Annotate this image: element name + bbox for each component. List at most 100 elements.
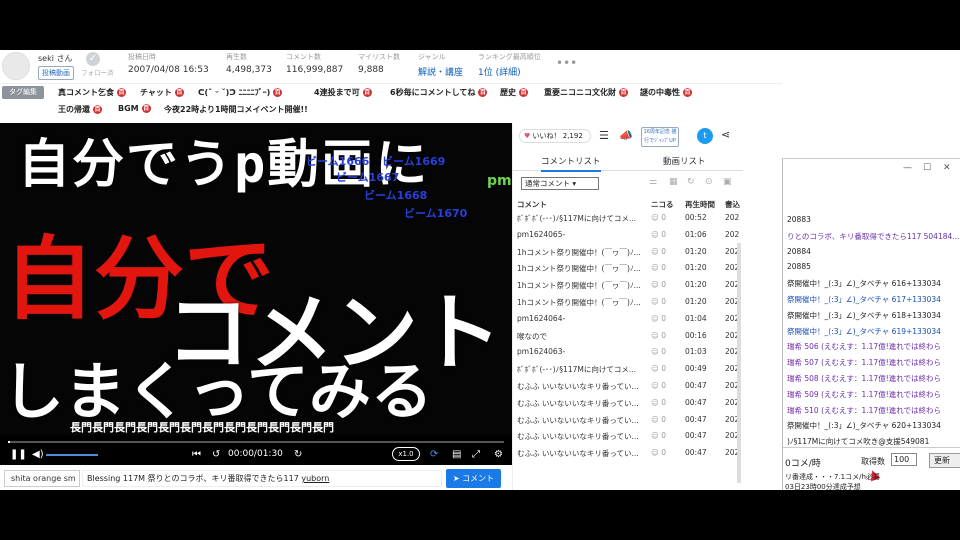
nicoru-count[interactable]: ☺ 0 (651, 415, 666, 424)
viewer-log-row[interactable]: 20885 (787, 262, 811, 271)
close-icon[interactable]: ✕ (943, 163, 951, 173)
gift-icon[interactable]: 📣 (619, 129, 633, 142)
tag-item[interactable]: ᕦ(ˇ ᵕ ˇ)ᕤ ﾆﾆﾆﾆﾌﾞｰ) 百 (198, 87, 283, 98)
viewer-log-row[interactable]: 20883 (787, 215, 811, 224)
comment-row[interactable]: 1hコメント祭り開催中！(￣ヮ￣)ﾉ... ☺ 0 01:20 202 (513, 247, 743, 264)
dic-icon[interactable]: 百 (362, 88, 372, 97)
tag-item[interactable]: 6秒毎にコメントしてね百 (390, 87, 488, 98)
dic-icon[interactable]: 百 (619, 88, 628, 97)
nicoru-count[interactable]: ☺ 0 (651, 431, 666, 440)
tag-edit-button[interactable]: タグ編集 (2, 86, 44, 99)
comment-type-select[interactable]: 通常コメント ▾ (521, 177, 599, 190)
tag-item[interactable]: 真コメント乞食百 (58, 87, 126, 98)
dic-icon[interactable]: 百 (683, 88, 692, 97)
like-button[interactable]: ♥ いいね！ 2,192 (519, 129, 591, 143)
comment-bubble-icon[interactable]: ▣ (723, 177, 732, 187)
viewer-log-row[interactable]: りとのコラボ、キリ番取得できたら117 504184... (787, 231, 959, 242)
uploader-avatar[interactable] (2, 52, 30, 80)
refresh-icon[interactable]: ↻ (687, 177, 695, 187)
nicoru-count[interactable]: ☺ 0 (651, 381, 666, 390)
prev-icon[interactable]: ⏮ (192, 449, 201, 461)
share-icon[interactable]: ⋖ (721, 128, 730, 141)
viewer-log-row[interactable]: 瑞希 509 (えむえす：1.17億!進れでは終わら (787, 389, 941, 400)
settings-gear-icon[interactable]: ⚙ (494, 449, 503, 461)
volume-icon[interactable]: ◀) (32, 449, 44, 461)
nicoru-count[interactable]: ☺ 0 (651, 448, 666, 457)
comment-list-scrollbar[interactable] (737, 243, 741, 483)
comment-row[interactable]: pm1624063- ☺ 0 01:03 202 (513, 347, 743, 364)
comment-row[interactable]: 1hコメント祭り開催中！(￣ヮ￣)ﾉ... ☺ 0 01:20 202 (513, 280, 743, 297)
fullscreen-icon[interactable]: ⤢ (472, 449, 480, 461)
nicoru-count[interactable]: ☺ 0 (651, 297, 666, 306)
tab-video-list[interactable]: 動画リスト (663, 155, 706, 167)
tag-item[interactable]: 歴史百 (500, 87, 528, 98)
comment-input[interactable]: Blessing 117M 祭りとのコラボ、キリ番取得できたら117 yubor… (82, 470, 442, 487)
comment-row[interactable]: 1hコメント祭り開催中！(￣ヮ￣)ﾉ... ☺ 0 01:20 202 (513, 263, 743, 280)
nicoru-count[interactable]: ☺ 0 (651, 331, 666, 340)
viewer-log-row[interactable]: 20884 (787, 247, 811, 256)
nicoru-count[interactable]: ☺ 0 (651, 280, 666, 289)
dic-icon[interactable]: 百 (478, 88, 488, 97)
nicoru-count[interactable]: ☺ 0 (651, 347, 666, 356)
nicoru-count[interactable]: ☺ 0 (651, 213, 666, 222)
comment-row[interactable]: むふふ いいないいなキリ番ってい... ☺ 0 00:47 202 (513, 415, 743, 432)
minimize-icon[interactable]: — (903, 163, 912, 173)
follow-check-icon[interactable]: ✓ (86, 52, 100, 66)
comment-row[interactable]: ﾎﾞﾎﾞﾎﾞ(-･･)ﾉ§117Mに向けてコメ... ☺ 0 00:49 202 (513, 364, 743, 381)
comment-row[interactable]: むふふ いいないいなキリ番ってい... ☺ 0 00:47 202 (513, 448, 743, 465)
tag-item[interactable]: 今夜22時より1時間コメイベント開催!! (164, 104, 308, 115)
mylist-add-icon[interactable]: ☰ (599, 129, 609, 142)
stat-ranking[interactable]: ランキング最高順位 1位 (詳細) (478, 52, 541, 78)
dic-icon[interactable]: 百 (273, 88, 283, 97)
loop-icon[interactable]: ⟳ (430, 449, 438, 461)
dic-icon[interactable]: 百 (93, 105, 102, 114)
fetch-count-input[interactable]: 100 (891, 453, 917, 466)
scroll-icon[interactable]: ⊙ (705, 177, 713, 187)
viewer-log-row[interactable]: 瑞希 510 (えむえす：1.17億!進れでは終わら (787, 405, 941, 416)
nicoru-count[interactable]: ☺ 0 (651, 247, 666, 256)
rewind-icon[interactable]: ↺ (212, 449, 220, 461)
comment-row[interactable]: むふふ いいないいなキリ番ってい... ☺ 0 00:47 202 (513, 381, 743, 398)
tab-comment-list[interactable]: コメントリスト (541, 155, 601, 172)
viewer-log-row[interactable]: 瑞希 508 (えむえす：1.17億!進れでは終わら (787, 373, 941, 384)
nicoru-count[interactable]: ☺ 0 (651, 398, 666, 407)
comment-toggle-icon[interactable]: ▤ (452, 449, 461, 461)
twitter-icon[interactable]: t (697, 128, 713, 144)
viewer-log-row[interactable]: 祭開催中！_(:3」∠)_タベチャ 618+133034 (787, 310, 941, 321)
col-time[interactable]: 再生時間 (685, 199, 715, 210)
uploader-name[interactable]: seki さん (38, 53, 73, 64)
viewer-log-row[interactable]: 祭開催中！_(:3」∠)_タベチャ 617+133034 (787, 294, 941, 305)
comment-row[interactable]: むふふ いいないいなキリ番ってい... ☺ 0 00:47 202 (513, 398, 743, 415)
tag-item[interactable]: 4連投まで可百 (314, 87, 372, 98)
nicoru-count[interactable]: ☺ 0 (651, 230, 666, 239)
comment-row[interactable]: 喉なので ☺ 0 00:16 202 (513, 331, 743, 348)
update-button[interactable]: 更新 (929, 453, 960, 468)
playback-rate-button[interactable]: x1.0 (392, 447, 420, 461)
col-nicoru[interactable]: ニコる (651, 199, 674, 210)
video-player[interactable]: 自分でうp動画に 自分で コメント しまくってみる ビーム1666 ビーム166… (0, 123, 512, 465)
forward-icon[interactable]: ↻ (294, 449, 302, 461)
tag-item[interactable]: 謎の中毒性百 (640, 87, 692, 98)
comment-row[interactable]: pm1624065- ☺ 0 01:06 202 (513, 230, 743, 247)
maximize-icon[interactable]: ☐ (923, 163, 931, 173)
col-comment[interactable]: コメント (517, 199, 547, 210)
volume-slider[interactable] (46, 454, 98, 456)
dic-icon[interactable]: 百 (174, 88, 184, 97)
viewer-log-row[interactable]: 瑞希 506 (えむえす：1.17億!進れでは終わら (787, 341, 941, 352)
tag-item[interactable]: BGM 百 (118, 104, 151, 113)
dic-icon[interactable]: 百 (117, 88, 126, 97)
video-screen[interactable]: 自分でうp動画に 自分で コメント しまくってみる ビーム1666 ビーム166… (0, 123, 512, 435)
more-icon[interactable]: ••• (556, 56, 577, 70)
uploaded-videos-badge[interactable]: 投稿動画 (38, 66, 74, 80)
nicoru-count[interactable]: ☺ 0 (651, 364, 666, 373)
viewer-log-row[interactable]: 祭開催中！_(:3」∠)_タベチャ 620+133034 (787, 420, 941, 431)
viewer-log-row[interactable]: )ﾉ§117Mに向けてコメ吹き@支援549081 (787, 436, 929, 447)
tag-item[interactable]: 重要ニコニコ文化財百 (544, 87, 628, 98)
comment-row[interactable]: ﾎﾞﾎﾞﾎﾞ(-･･)ﾉ§117Mに向けてコメ... ☺ 0 00:52 202 (513, 213, 743, 230)
pause-icon[interactable]: ❚❚ (10, 449, 27, 461)
dic-icon[interactable]: 百 (519, 88, 528, 97)
anniversary-badge[interactable]: 16周年記念 描行でｼﾞｬﾝﾌﾟUP (641, 127, 679, 147)
tag-item[interactable]: チャット百 (140, 87, 184, 98)
tag-item[interactable]: 王の帰還百 (58, 104, 102, 115)
nicoru-count[interactable]: ☺ 0 (651, 314, 666, 323)
